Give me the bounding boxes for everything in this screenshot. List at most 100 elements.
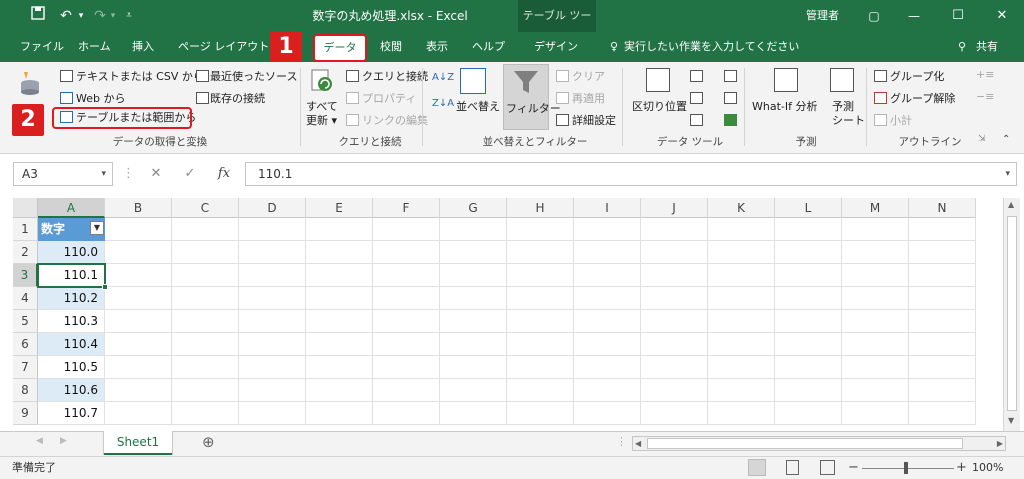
- grid-cell[interactable]: [574, 356, 641, 379]
- forecast-sheet-label-2[interactable]: シート: [832, 112, 865, 128]
- reapply-button[interactable]: 再適用: [572, 90, 605, 106]
- grid-cell[interactable]: [172, 402, 239, 425]
- grid-cell[interactable]: [105, 264, 172, 287]
- column-header-f[interactable]: F: [373, 198, 440, 218]
- scroll-down-icon[interactable]: ▼: [1008, 416, 1014, 425]
- table-data-cell[interactable]: 110.0: [38, 241, 105, 264]
- grid-cell[interactable]: [641, 218, 708, 241]
- clear-button[interactable]: クリア: [572, 68, 605, 84]
- horizontal-scroll-thumb[interactable]: [647, 438, 963, 449]
- refresh-all-icon[interactable]: [310, 68, 336, 94]
- grid-cell[interactable]: [641, 333, 708, 356]
- grid-cell[interactable]: [440, 218, 507, 241]
- grid-cell[interactable]: [440, 241, 507, 264]
- grid-cell[interactable]: [373, 356, 440, 379]
- grid-cell[interactable]: [373, 333, 440, 356]
- grid-cell[interactable]: [909, 241, 976, 264]
- grid-cell[interactable]: [239, 310, 306, 333]
- grid-cell[interactable]: [306, 402, 373, 425]
- grid-cell[interactable]: [306, 264, 373, 287]
- grid-cell[interactable]: [775, 264, 842, 287]
- dialog-launcher-icon[interactable]: ⇲: [978, 134, 986, 144]
- remove-duplicates-icon[interactable]: [690, 92, 703, 104]
- share-button[interactable]: 共有: [976, 32, 998, 62]
- grid-cell[interactable]: [574, 287, 641, 310]
- minimize-icon[interactable]: —: [906, 0, 922, 32]
- row-header-8[interactable]: 8: [13, 379, 38, 402]
- grid-cell[interactable]: [842, 333, 909, 356]
- sort-button[interactable]: 並べ替え: [456, 98, 500, 114]
- grid-cell[interactable]: [641, 264, 708, 287]
- column-header-b[interactable]: B: [105, 198, 172, 218]
- insert-function-icon[interactable]: fx: [212, 162, 236, 186]
- grid-cell[interactable]: [172, 333, 239, 356]
- grid-cell[interactable]: [373, 241, 440, 264]
- close-icon[interactable]: ✕: [994, 0, 1010, 32]
- row-header-7[interactable]: 7: [13, 356, 38, 379]
- edit-links-button[interactable]: リンクの編集: [362, 112, 428, 128]
- ribbon-display-options-icon[interactable]: ▢: [866, 0, 882, 32]
- column-header-l[interactable]: L: [775, 198, 842, 218]
- grid-cell[interactable]: [708, 287, 775, 310]
- row-header-6[interactable]: 6: [13, 333, 38, 356]
- filter-dropdown-button[interactable]: ▼: [90, 221, 104, 235]
- grid-cell[interactable]: [574, 402, 641, 425]
- grid-cell[interactable]: [708, 241, 775, 264]
- tab-page-layout[interactable]: ページ レイアウト: [178, 32, 269, 62]
- grid-cell[interactable]: [172, 310, 239, 333]
- grid-cell[interactable]: [440, 379, 507, 402]
- fill-handle[interactable]: [102, 284, 108, 290]
- grid-cell[interactable]: [842, 264, 909, 287]
- grid-cell[interactable]: [708, 402, 775, 425]
- forecast-sheet-icon[interactable]: [830, 68, 854, 92]
- grid-cell[interactable]: [909, 310, 976, 333]
- zoom-slider-knob[interactable]: [904, 462, 908, 474]
- worksheet-grid[interactable]: ABCDEFGHIJKLMN 123456789 数字 ▼ 110.0 110.1…: [13, 198, 1003, 431]
- row-header-4[interactable]: 4: [13, 287, 38, 310]
- grid-cell[interactable]: [909, 218, 976, 241]
- column-header-h[interactable]: H: [507, 198, 574, 218]
- grid-cell[interactable]: [373, 402, 440, 425]
- sort-az-icon[interactable]: A↓Z: [432, 72, 454, 83]
- grid-cell[interactable]: [239, 264, 306, 287]
- sheet-tab-sheet1[interactable]: Sheet1: [104, 431, 172, 455]
- grid-cell[interactable]: [574, 264, 641, 287]
- grid-cell[interactable]: [239, 356, 306, 379]
- scroll-right-icon[interactable]: ▶: [997, 437, 1003, 450]
- horizontal-scrollbar[interactable]: ◀ ▶: [632, 436, 1006, 451]
- grid-cell[interactable]: [842, 310, 909, 333]
- column-header-k[interactable]: K: [708, 198, 775, 218]
- grid-cell[interactable]: [105, 402, 172, 425]
- flash-fill-icon[interactable]: [690, 70, 703, 82]
- table-data-cell[interactable]: 110.7: [38, 402, 105, 425]
- grid-cell[interactable]: [440, 333, 507, 356]
- group-button[interactable]: グループ化: [890, 68, 944, 84]
- tab-file[interactable]: ファイル: [20, 32, 64, 62]
- advanced-button[interactable]: 詳細設定: [572, 112, 616, 128]
- cancel-icon[interactable]: ✕: [146, 162, 166, 186]
- grid-cell[interactable]: [172, 379, 239, 402]
- grid-cell[interactable]: [306, 379, 373, 402]
- grid-cell[interactable]: [105, 287, 172, 310]
- grid-cell[interactable]: [842, 356, 909, 379]
- grid-cell[interactable]: [373, 218, 440, 241]
- vertical-scrollbar[interactable]: ▲ ▼: [1003, 198, 1020, 431]
- grid-cell[interactable]: [507, 333, 574, 356]
- grid-cell[interactable]: [775, 241, 842, 264]
- redo-icon[interactable]: ↷: [90, 0, 110, 32]
- grid-cell[interactable]: [105, 356, 172, 379]
- tab-data[interactable]: データ: [313, 34, 367, 62]
- column-header-m[interactable]: M: [842, 198, 909, 218]
- grid-cell[interactable]: [507, 379, 574, 402]
- select-all-button[interactable]: [13, 198, 38, 218]
- get-data-icon[interactable]: [18, 70, 44, 96]
- scroll-up-icon[interactable]: ▲: [1008, 200, 1014, 209]
- collapse-ribbon-icon[interactable]: ⌃: [1002, 134, 1010, 145]
- customize-qat-icon[interactable]: ⩡: [122, 0, 136, 32]
- grid-cell[interactable]: [641, 379, 708, 402]
- grid-cell[interactable]: [775, 218, 842, 241]
- grid-cell[interactable]: [708, 218, 775, 241]
- text-to-columns-icon[interactable]: [646, 68, 670, 92]
- properties-button[interactable]: プロパティ: [362, 90, 416, 106]
- grid-cell[interactable]: [172, 218, 239, 241]
